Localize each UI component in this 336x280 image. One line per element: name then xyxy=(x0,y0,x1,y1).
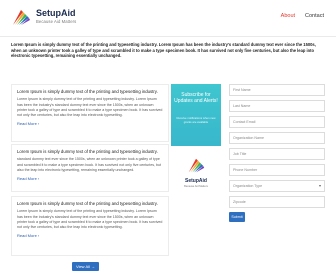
post-card: Lorem Ipsum is simply dummy text of the … xyxy=(11,144,169,192)
post-excerpt: standard dummy text ever since the 1500s… xyxy=(17,157,162,172)
post-excerpt: Lorem Ipsum is simply dummy text of the … xyxy=(17,97,163,118)
phone-number-field[interactable]: Phone Number xyxy=(229,164,325,176)
post-title[interactable]: Lorem Ipsum is simply dummy text of the … xyxy=(17,201,163,206)
first-name-field[interactable]: First Name xyxy=(229,84,325,96)
email-field[interactable]: Contact Email xyxy=(229,116,325,128)
job-title-field[interactable]: Job Title xyxy=(229,148,325,160)
site-header: SetupAid Because Aid Matters About Conta… xyxy=(0,0,336,36)
nav-contact-link[interactable]: Contact xyxy=(305,13,324,19)
subscribe-ad-banner[interactable]: Subscribe for Updates and Alerts! Receiv… xyxy=(171,84,221,246)
post-card: Lorem Ipsum is simply dummy text of the … xyxy=(11,196,169,256)
view-all-button[interactable]: View All → xyxy=(72,262,99,271)
ad-tagline: Receive notifications when new grants ar… xyxy=(176,116,216,124)
nav-about-link[interactable]: About xyxy=(281,13,295,19)
post-title[interactable]: Lorem Ipsum is simply dummy text of the … xyxy=(17,149,163,154)
read-more-link[interactable]: Read More › xyxy=(17,176,163,181)
header-divider xyxy=(0,36,336,37)
ad-headline: Subscribe for Updates and Alerts! xyxy=(174,92,218,105)
main-nav: About Contact xyxy=(281,13,324,19)
last-name-field[interactable]: Last Name xyxy=(229,100,325,112)
organization-type-select[interactable]: Organization Type ▾ xyxy=(229,180,325,192)
intro-paragraph: Lorem Ipsum is simply dummy text of the … xyxy=(11,42,316,59)
read-more-link[interactable]: Read More › xyxy=(17,121,163,126)
subscribe-form: First Name Last Name Contact Email Organ… xyxy=(229,84,325,222)
post-card: Lorem Ipsum is simply dummy text of the … xyxy=(11,84,169,142)
ad-brand-name: SetupAid xyxy=(185,178,207,184)
setupaid-logo-icon xyxy=(188,158,205,173)
read-more-link[interactable]: Read More › xyxy=(17,233,163,238)
chevron-down-icon: ▾ xyxy=(318,183,321,188)
organization-name-field[interactable]: Organization Name xyxy=(229,132,325,144)
brand-tagline: Because Aid Matters xyxy=(36,19,77,24)
zipcode-field[interactable]: Zipcode xyxy=(229,196,325,208)
post-title[interactable]: Lorem Ipsum is simply dummy text of the … xyxy=(17,89,163,94)
organization-type-value: Organization Type xyxy=(233,184,263,188)
ad-brand-tagline: Because Aid Matters xyxy=(184,185,208,188)
brand-name[interactable]: SetupAid xyxy=(36,8,76,18)
submit-button[interactable]: Submit xyxy=(229,212,245,222)
setupaid-logo-icon[interactable] xyxy=(10,7,32,29)
post-excerpt: Lorem Ipsum is simply dummy text of the … xyxy=(17,209,163,230)
